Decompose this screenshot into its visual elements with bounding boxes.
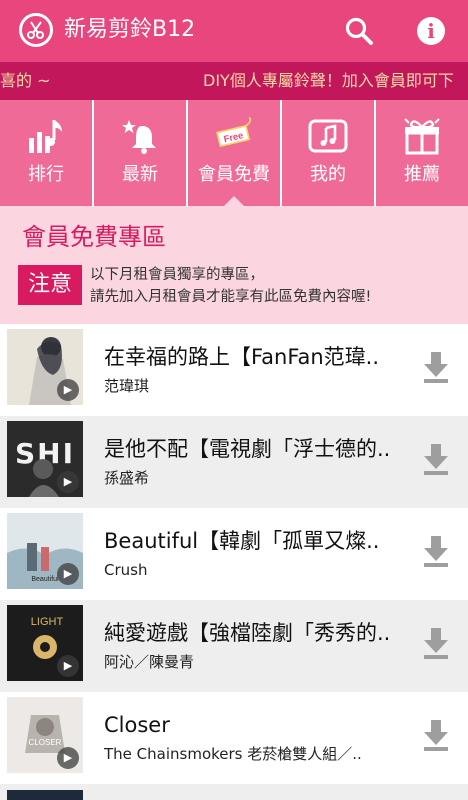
album-cover: SHI ▶ — [7, 421, 83, 497]
download-icon[interactable] — [422, 718, 450, 752]
cover-text: LIGHT — [31, 616, 64, 628]
play-icon[interactable]: ▶ — [57, 471, 79, 493]
song-title: 純愛遊戲【強檔陸劇「秀秀的.. — [104, 621, 391, 645]
notice-text: 以下月租會員獨享的專區， 請先加入月租會員才能享有此區免費內容喔! — [90, 264, 371, 308]
album-cover: ▶ — [7, 329, 83, 405]
ranking-icon — [24, 114, 68, 158]
my-music-icon — [306, 114, 350, 158]
tab-label: 推薦 — [404, 164, 440, 185]
song-title: Closer — [104, 713, 170, 737]
album-cover: CLOSER ▶ — [7, 697, 83, 773]
list-item-partial[interactable] — [0, 784, 468, 800]
download-icon[interactable] — [422, 350, 450, 384]
tab-ranking[interactable]: 排行 — [0, 100, 94, 206]
play-icon[interactable]: ▶ — [57, 655, 79, 677]
list-item[interactable]: ▶ 在幸福的路上【FanFan范瑋.. 范瑋琪 — [0, 324, 468, 416]
cover-text: Beautiful — [31, 576, 59, 583]
list-item[interactable]: LIGHT ▶ 純愛遊戲【強檔陸劇「秀秀的.. 阿沁／陳曼青 — [0, 600, 468, 692]
member-free-zone-header: 會員免費專區 注意 以下月租會員獨享的專區， 請先加入月租會員才能享有此區免費內… — [0, 206, 468, 324]
marquee-text-right: DIY個人專屬鈴聲！加入會員即可下 — [203, 71, 454, 90]
notice-line-2: 請先加入月租會員才能享有此區免費內容喔! — [90, 289, 372, 305]
song-artist: The Chainsmokers 老菸槍雙人組／.. — [104, 745, 362, 763]
bell-star-icon — [118, 114, 162, 158]
search-icon[interactable] — [343, 15, 375, 47]
zone-title: 會員免費專區 — [22, 223, 166, 251]
list-item[interactable]: Beautiful ▶ Beautiful【韓劇「孤單又燦.. Crush — [0, 508, 468, 600]
play-icon[interactable]: ▶ — [57, 379, 79, 401]
tab-label: 排行 — [28, 164, 64, 185]
song-title: 是他不配【電視劇「浮士德的.. — [104, 437, 391, 461]
tab-label: 最新 — [122, 164, 158, 185]
marquee-text-left: 喜的 ~ — [0, 71, 51, 90]
notice-badge: 注意 — [18, 265, 82, 305]
song-artist: 孫盛希 — [104, 469, 150, 487]
song-artist: 阿沁／陳曼青 — [104, 653, 195, 671]
download-icon[interactable] — [422, 626, 450, 660]
play-icon[interactable]: ▶ — [57, 563, 79, 585]
album-cover: LIGHT ▶ — [7, 605, 83, 681]
song-artist: 范瑋琪 — [104, 377, 150, 395]
announcement-marquee: 喜的 ~ DIY個人專屬鈴聲！加入會員即可下 — [0, 62, 468, 100]
free-tag-icon: Free — [212, 114, 256, 158]
tab-label: 會員免費 — [198, 164, 270, 185]
tab-newest[interactable]: 最新 — [94, 100, 188, 206]
album-cover — [7, 790, 83, 800]
tab-recommend[interactable]: 推薦 — [376, 100, 468, 206]
song-title: 在幸福的路上【FanFan范瑋.. — [104, 345, 380, 369]
info-icon[interactable]: i — [417, 17, 445, 45]
tab-mine[interactable]: 我的 — [282, 100, 376, 206]
gift-icon — [400, 114, 444, 158]
list-item[interactable]: SHI ▶ 是他不配【電視劇「浮士德的.. 孫盛希 — [0, 416, 468, 508]
tab-member-free[interactable]: Free 會員免費 — [188, 100, 282, 207]
album-cover: Beautiful ▶ — [7, 513, 83, 589]
app-title: 新易剪鈴B12 — [64, 17, 196, 42]
download-icon[interactable] — [422, 534, 450, 568]
scissors-music-icon — [19, 13, 53, 47]
song-title: Beautiful【韓劇「孤單又燦.. — [104, 529, 380, 553]
app-bar: 新易剪鈴B12 i — [0, 0, 468, 62]
play-icon[interactable]: ▶ — [57, 747, 79, 769]
category-tabs: 排行 最新 Free 會員免費 我的 推薦 — [0, 100, 468, 207]
cover-text: CLOSER — [29, 738, 62, 747]
song-artist: Crush — [104, 561, 148, 579]
download-icon[interactable] — [422, 442, 450, 476]
notice-line-1: 以下月租會員獨享的專區， — [90, 267, 264, 283]
song-list: ▶ 在幸福的路上【FanFan范瑋.. 范瑋琪 SHI ▶ 是他不配【電視劇「浮… — [0, 324, 468, 800]
list-item[interactable]: CLOSER ▶ Closer The Chainsmokers 老菸槍雙人組／… — [0, 692, 468, 784]
tab-label: 我的 — [310, 164, 346, 185]
